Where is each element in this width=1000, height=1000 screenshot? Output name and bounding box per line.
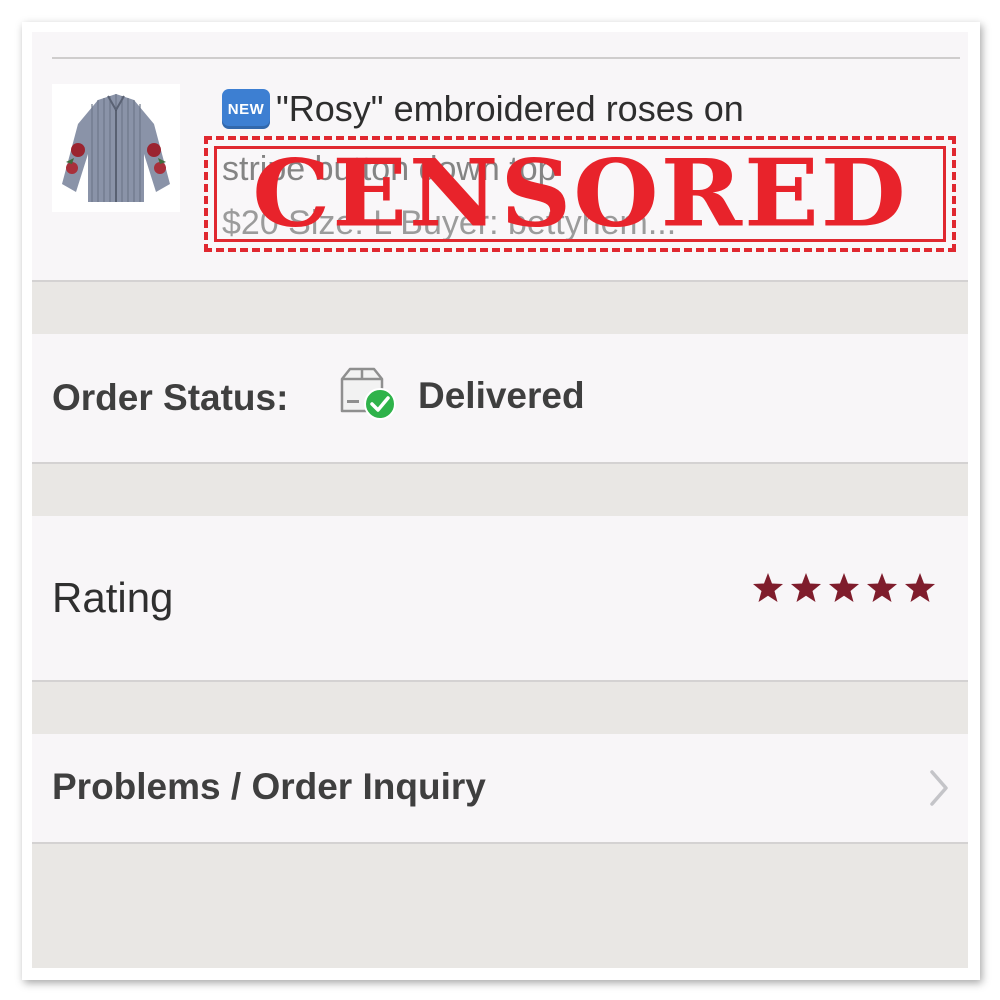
new-badge: NEW [222, 89, 270, 129]
order-status-label: Order Status: [52, 377, 289, 418]
star-icon [791, 573, 821, 602]
rating-stars [752, 572, 936, 604]
product-title-line-1[interactable]: NEW "Rosy" embroidered roses on [222, 88, 744, 130]
censored-stamp-text: CENSORED [252, 138, 908, 249]
problems-label: Problems / Order Inquiry [52, 766, 486, 807]
divider [52, 57, 960, 59]
censored-stamp: CENSORED [204, 136, 956, 252]
problems-order-inquiry-row[interactable]: Problems / Order Inquiry [32, 734, 968, 844]
order-status-value: Delivered [418, 375, 585, 416]
star-icon [829, 573, 859, 602]
star-icon [753, 573, 783, 602]
star-icon [905, 573, 935, 602]
order-details-screen: NEW "Rosy" embroidered roses on stripe b… [32, 32, 968, 968]
order-status-row: Order Status: Delivered [32, 334, 968, 464]
chevron-right-icon [930, 770, 948, 806]
product-title-text: "Rosy" embroidered roses on [276, 88, 744, 129]
star-icon [867, 573, 897, 602]
rating-row: Rating [32, 516, 968, 682]
package-delivered-icon [340, 367, 396, 420]
product-thumbnail[interactable] [52, 84, 180, 212]
product-card[interactable]: NEW "Rosy" embroidered roses on stripe b… [32, 32, 968, 282]
rating-label: Rating [52, 574, 174, 621]
